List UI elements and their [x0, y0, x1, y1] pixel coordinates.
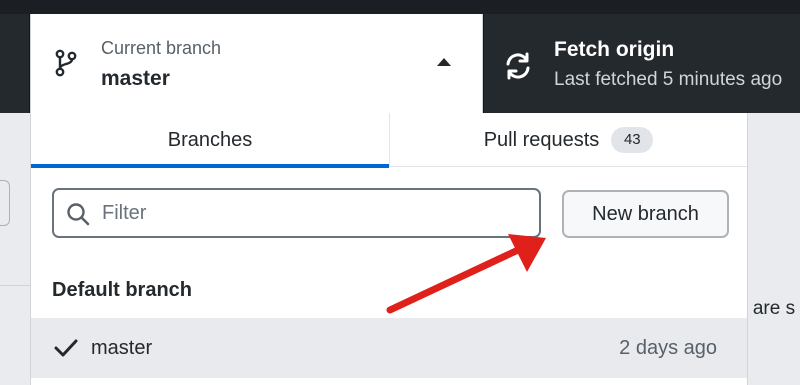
- tab-branches[interactable]: Branches: [31, 113, 389, 168]
- branch-name: master: [91, 337, 153, 359]
- filter-input[interactable]: [102, 198, 522, 228]
- check-icon: [54, 339, 78, 357]
- fetch-origin-button[interactable]: Fetch origin Last fetched 5 minutes ago: [483, 14, 800, 113]
- current-branch-name: master: [101, 67, 170, 90]
- branch-updated-time: 2 days ago: [619, 337, 717, 359]
- new-branch-button[interactable]: New branch: [562, 190, 729, 238]
- default-branch-header: Default branch: [52, 279, 193, 301]
- active-tab-indicator: [31, 164, 389, 168]
- toolbar: Current branch master Fetch origin Last …: [0, 0, 800, 113]
- current-branch-label: Current branch: [101, 38, 222, 58]
- annotation-arrow-icon: [386, 234, 546, 314]
- branch-tabs: Branches Pull requests 43: [31, 113, 747, 168]
- caret-up-icon: [437, 58, 451, 66]
- pull-requests-count-badge: 43: [611, 127, 654, 153]
- tab-pull-requests-label: Pull requests: [483, 128, 600, 151]
- tab-branches-label: Branches: [167, 128, 253, 151]
- tab-pull-requests[interactable]: Pull requests 43: [389, 113, 747, 167]
- toolbar-left-section[interactable]: [0, 14, 30, 113]
- title-bar-strip: [0, 0, 800, 14]
- search-icon: [67, 203, 90, 226]
- sync-icon: [506, 52, 530, 80]
- background-left-control[interactable]: [0, 180, 10, 226]
- panel-footer-space: [31, 378, 747, 385]
- fetch-origin-status: Last fetched 5 minutes ago: [554, 69, 783, 90]
- current-branch-button[interactable]: Current branch master: [30, 14, 483, 113]
- git-branch-icon: [55, 49, 77, 77]
- background-divider: [0, 285, 30, 286]
- fetch-origin-title: Fetch origin: [554, 38, 675, 61]
